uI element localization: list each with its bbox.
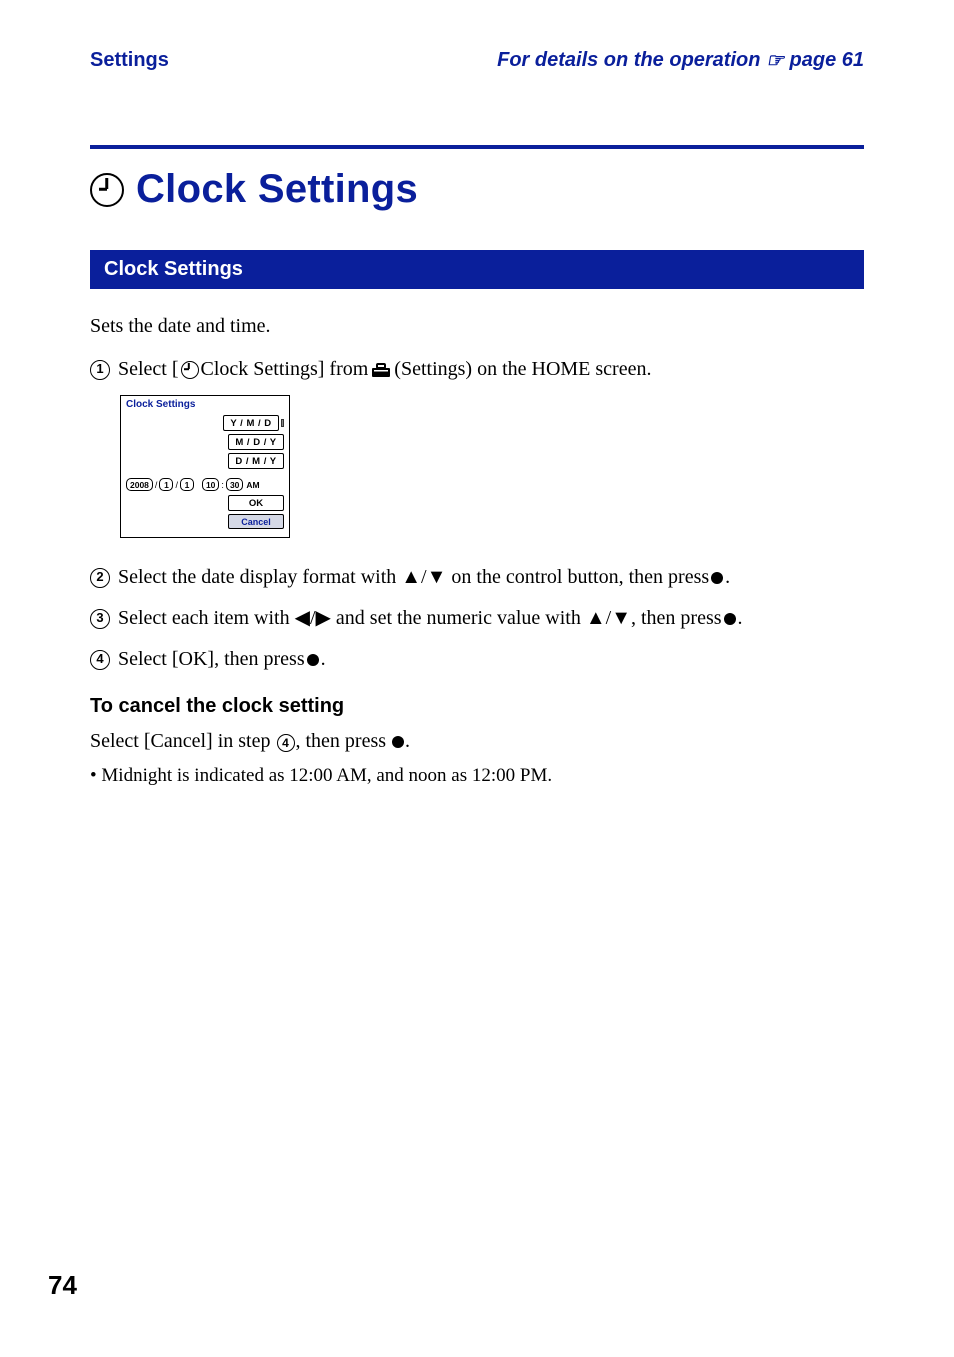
page-header: Settings For details on the operation ☞ …	[90, 48, 864, 73]
step-1-text-a: Select [	[118, 354, 179, 385]
cancel-text-a: Select [Cancel] in step	[90, 730, 276, 752]
format-option-mdy[interactable]: M / D / Y	[228, 434, 284, 450]
ampm-label: AM	[246, 480, 259, 490]
cancel-instruction: Select [Cancel] in step 4, then press .	[90, 726, 864, 756]
hand-pointer-icon: ☞	[766, 48, 784, 73]
step-3-text: Select each item with ◀/▶ and set the nu…	[118, 603, 722, 634]
title-rule	[90, 145, 864, 149]
step-3-end: .	[738, 603, 743, 634]
center-button-icon	[711, 572, 723, 584]
format-option-ymd[interactable]: Y / M / D	[223, 415, 279, 431]
step-2: 2 Select the date display format with ▲/…	[90, 562, 864, 593]
day-field[interactable]: 1	[180, 478, 194, 491]
step-2-end: .	[725, 562, 730, 593]
header-crossref: For details on the operation ☞ page 61	[497, 48, 864, 73]
step-1: 1 Select [ Clock Settings] from (Setting…	[90, 354, 864, 385]
minute-field[interactable]: 30	[226, 478, 243, 491]
cancel-button[interactable]: Cancel	[228, 514, 284, 529]
toolbox-icon	[371, 362, 391, 378]
step-3: 3 Select each item with ◀/▶ and set the …	[90, 603, 864, 634]
page-number: 74	[48, 1270, 77, 1301]
date-time-row: 2008 / 1 / 1 10 : 30 AM	[121, 476, 289, 495]
center-button-icon	[392, 736, 404, 748]
format-option-dmy[interactable]: D / M / Y	[228, 453, 284, 469]
center-button-icon	[724, 613, 736, 625]
step-1-text-b: Clock Settings] from	[201, 354, 369, 385]
year-field[interactable]: 2008	[126, 478, 153, 491]
step-2-text: Select the date display format with ▲/▼ …	[118, 562, 709, 593]
note-bullet: • Midnight is indicated as 12:00 AM, and…	[90, 762, 864, 790]
ui-screenshot: Clock Settings Y / M / D M / D / Y D / M…	[120, 395, 864, 538]
step-number-2: 2	[90, 568, 110, 588]
scrollbar-indicator	[281, 419, 284, 427]
step-4: 4 Select [OK], then press .	[90, 644, 864, 675]
center-button-icon	[307, 654, 319, 666]
step-4-end: .	[321, 644, 326, 675]
step-1-text-c: (Settings) on the HOME screen.	[394, 354, 651, 385]
step-number-1: 1	[90, 360, 110, 380]
step-reference-4: 4	[277, 734, 295, 752]
hour-field[interactable]: 10	[202, 478, 219, 491]
section-heading-bar: Clock Settings	[90, 250, 864, 289]
ok-button[interactable]: OK	[228, 495, 284, 511]
screenshot-title: Clock Settings	[121, 396, 289, 415]
lead-description: Sets the date and time.	[90, 315, 864, 338]
page-title: Clock Settings	[136, 167, 418, 212]
header-crossref-page: page 61	[784, 49, 864, 71]
cancel-text-c: .	[405, 730, 410, 752]
step-number-3: 3	[90, 609, 110, 629]
separator: /	[175, 480, 178, 490]
month-field[interactable]: 1	[159, 478, 173, 491]
separator: /	[155, 480, 158, 490]
clock-icon	[181, 361, 199, 379]
page-title-row: Clock Settings	[90, 167, 864, 212]
clock-icon	[90, 173, 124, 207]
subheading-cancel: To cancel the clock setting	[90, 695, 864, 718]
separator: :	[221, 480, 224, 490]
header-crossref-prefix: For details on the operation	[497, 49, 766, 71]
header-section-name: Settings	[90, 49, 169, 72]
step-4-text: Select [OK], then press	[118, 644, 305, 675]
step-number-4: 4	[90, 650, 110, 670]
cancel-text-b: , then press	[296, 730, 392, 752]
